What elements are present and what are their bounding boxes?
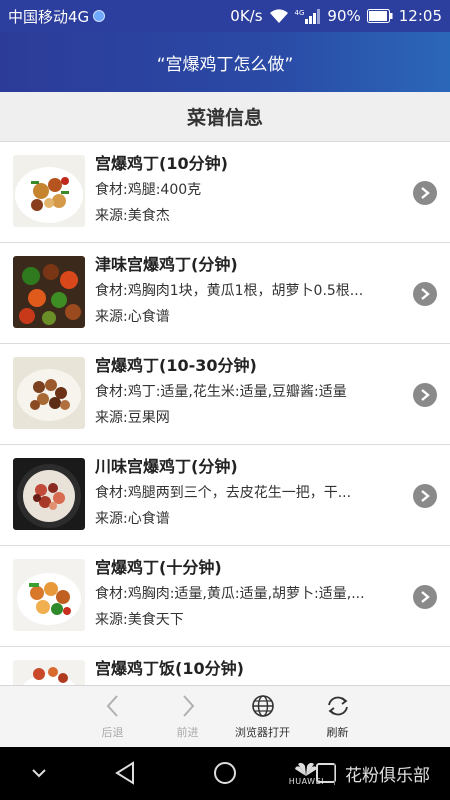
carrier-label: 中国移动4G [8, 7, 90, 26]
recipe-title: 宫爆鸡丁饭(10分钟) [95, 659, 244, 678]
recipe-title: 宫爆鸡丁(10分钟) [95, 154, 228, 173]
clock: 12:05 [398, 7, 442, 25]
recipe-title: 津味宫爆鸡丁(分钟) [95, 255, 238, 274]
battery-percent: 90% [327, 7, 361, 25]
recipe-thumbnail [13, 660, 85, 685]
forward-label: 前进 [176, 726, 199, 739]
recipe-thumbnail [13, 155, 85, 227]
recipe-source: 来源:美食天下 [95, 612, 184, 628]
forward-button[interactable]: 前进 [150, 686, 225, 740]
page-title: “宫爆鸡丁怎么做” [0, 32, 450, 92]
chevron-right-icon[interactable] [413, 585, 437, 609]
recipe-thumbnail [13, 458, 85, 530]
recipe-title: 宫爆鸡丁(十分钟) [95, 558, 222, 577]
open-in-browser-label: 浏览器打开 [235, 726, 290, 739]
back-label: 后退 [101, 726, 124, 739]
globe-icon [93, 10, 106, 22]
recipe-content[interactable]: 菜谱信息 宫爆鸡丁(10分钟) 食材:鸡腿:400克 来源:美食杰 津味宫爆鸡丁… [0, 92, 450, 685]
recipe-item[interactable]: 宫爆鸡丁(10-30分钟) 食材:鸡丁:适量,花生米:适量,豆瓣酱:适量 来源:… [0, 344, 450, 445]
status-bar: 中国移动4G 0K/s 4G 90% 12:05 [0, 0, 450, 32]
recipe-ingredients: 食材:鸡胸肉:适量,黄瓜:适量,胡萝卜:适量,... [95, 586, 365, 602]
recipe-source: 来源:豆果网 [95, 410, 170, 426]
recipe-ingredients: 食材:鸡腿:400克 [95, 182, 202, 198]
chevron-right-icon[interactable] [413, 181, 437, 205]
recipe-item[interactable]: 宫爆鸡丁(十分钟) 食材:鸡胸肉:适量,黄瓜:适量,胡萝卜:适量,... 来源:… [0, 546, 450, 647]
refresh-icon [327, 696, 348, 716]
recipe-item[interactable]: 川味宫爆鸡丁(分钟) 食材:鸡腿两到三个，去皮花生一把，干... 来源:心食谱 [0, 445, 450, 546]
chevron-down-icon[interactable] [30, 765, 48, 784]
recipe-thumbnail [13, 357, 85, 429]
recipe-ingredients: 食材:鸡腿两到三个，去皮花生一把，干... [95, 485, 352, 501]
chevron-right-icon[interactable] [413, 282, 437, 306]
chevron-right-icon [182, 695, 194, 717]
recipe-source: 来源:美食杰 [95, 208, 170, 224]
huawei-flower-icon [295, 762, 318, 776]
recipe-item[interactable]: 宫爆鸡丁(10分钟) 食材:鸡腿:400克 来源:美食杰 [0, 142, 450, 243]
globe-icon [251, 695, 274, 717]
recipe-title: 川味宫爆鸡丁(分钟) [95, 457, 238, 476]
recipe-title: 宫爆鸡丁(10-30分钟) [95, 356, 257, 375]
recipe-item[interactable]: 津味宫爆鸡丁(分钟) 食材:鸡胸肉1块，黄瓜1根，胡萝卜0.5根... 来源:心… [0, 243, 450, 344]
recipe-thumbnail [13, 559, 85, 631]
recipe-source: 来源:心食谱 [95, 309, 170, 325]
watermark: HUAWEI 花粉俱乐部 [289, 747, 430, 800]
refresh-label: 刷新 [326, 726, 349, 739]
huawei-logo: HUAWEI [289, 761, 324, 786]
browser-toolbar: 后退 前进 浏览器打开 刷新 [0, 685, 450, 747]
network-speed: 0K/s [230, 7, 263, 25]
network-type-label: 4G [294, 8, 305, 17]
open-in-browser-button[interactable]: 浏览器打开 [225, 686, 300, 740]
system-nav-bar: HUAWEI 花粉俱乐部 [0, 747, 450, 800]
signal-icon: 4G [294, 8, 322, 24]
watermark-divider [334, 762, 335, 785]
brand-label: HUAWEI [288, 777, 324, 786]
recipe-list: 宫爆鸡丁(10分钟) 食材:鸡腿:400克 来源:美食杰 津味宫爆鸡丁(分钟) [0, 142, 450, 685]
refresh-button[interactable]: 刷新 [300, 686, 375, 740]
back-triangle-icon[interactable] [114, 761, 136, 789]
recipe-ingredients: 食材:鸡胸肉1块，黄瓜1根，胡萝卜0.5根... [95, 283, 364, 299]
section-header: 菜谱信息 [0, 92, 450, 142]
chevron-right-icon[interactable] [413, 383, 437, 407]
recipe-item[interactable]: 宫爆鸡丁饭(10分钟) [0, 647, 450, 685]
home-circle-icon[interactable] [213, 761, 237, 789]
chevron-left-icon [106, 695, 118, 717]
recipe-ingredients: 食材:鸡丁:适量,花生米:适量,豆瓣酱:适量 [95, 384, 347, 400]
back-button[interactable]: 后退 [75, 686, 150, 740]
club-label: 花粉俱乐部 [345, 766, 430, 786]
battery-icon [366, 9, 393, 23]
wifi-icon [269, 8, 289, 24]
chevron-right-icon[interactable] [413, 484, 437, 508]
recipe-source: 来源:心食谱 [95, 511, 170, 527]
recipe-thumbnail [13, 256, 85, 328]
